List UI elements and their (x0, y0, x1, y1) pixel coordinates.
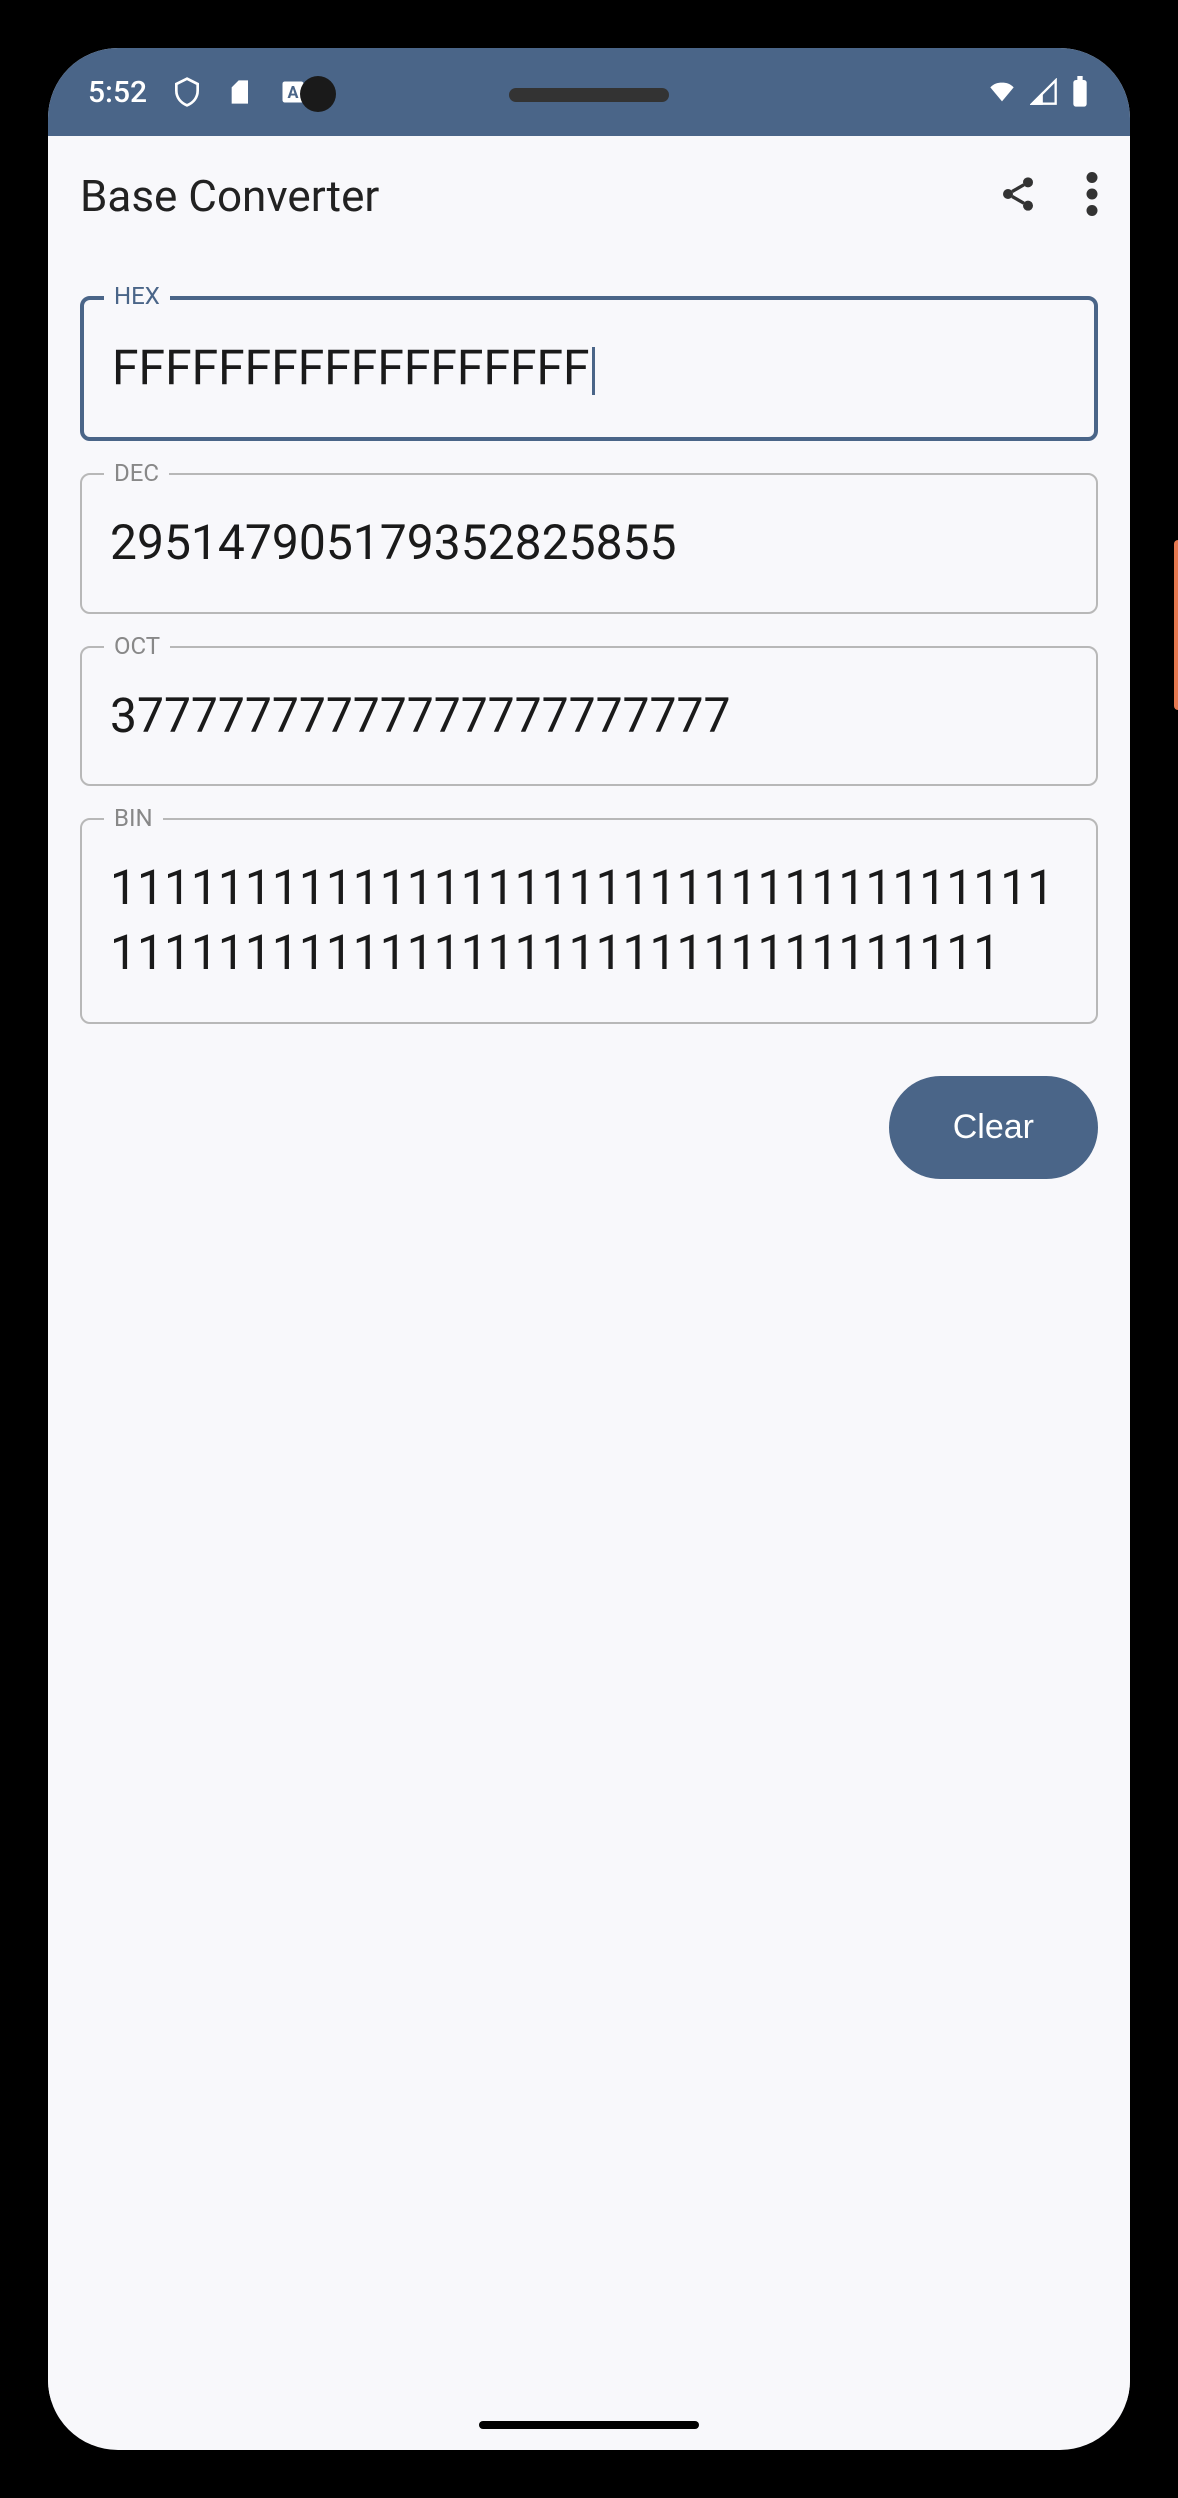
nav-pill[interactable] (479, 2421, 699, 2429)
content-area: HEX FFFFFFFFFFFFFFFFFF DEC 2951479051793… (48, 256, 1130, 2400)
share-button[interactable] (998, 174, 1038, 218)
screen: 5:52 A (48, 48, 1130, 2450)
app-actions (998, 172, 1098, 220)
power-button (1174, 540, 1178, 710)
dec-value: 295147905179352825855 (110, 514, 677, 571)
bin-input-group: BIN 111111111111111111111111111111111111… (80, 818, 1098, 1024)
text-cursor (592, 347, 595, 395)
dec-input[interactable]: 295147905179352825855 (80, 473, 1098, 614)
oct-value: 37777777777777777777777 (110, 687, 730, 744)
camera-cutout (300, 76, 336, 112)
phone-frame: 5:52 A (0, 0, 1178, 2498)
hex-label: HEX (104, 282, 170, 310)
speaker-grille (509, 88, 669, 102)
sd-card-icon (227, 76, 255, 108)
bin-value: 1111111111111111111111111111111111111111… (110, 859, 1054, 981)
oct-input[interactable]: 37777777777777777777777 (80, 646, 1098, 787)
menu-button[interactable] (1086, 172, 1098, 220)
clear-button[interactable]: Clear (889, 1076, 1098, 1179)
app-bar: Base Converter (48, 136, 1130, 256)
share-icon (998, 174, 1038, 218)
status-left: 5:52 A (88, 75, 307, 110)
more-vert-icon (1086, 172, 1098, 220)
status-right (986, 76, 1090, 108)
bin-input[interactable]: 1111111111111111111111111111111111111111… (80, 818, 1098, 1024)
shield-icon (171, 76, 203, 108)
bin-label: BIN (104, 804, 163, 832)
hex-input[interactable]: FFFFFFFFFFFFFFFFFF (80, 296, 1098, 441)
wifi-icon (986, 78, 1018, 106)
svg-text:A: A (288, 83, 299, 102)
hex-value: FFFFFFFFFFFFFFFFFF (112, 339, 590, 396)
app-title: Base Converter (80, 170, 379, 222)
oct-label: OCT (104, 632, 170, 660)
oct-input-group: OCT 37777777777777777777777 (80, 646, 1098, 787)
battery-icon (1070, 76, 1090, 108)
dec-label: DEC (104, 459, 169, 487)
navigation-bar (48, 2400, 1130, 2450)
hex-input-group: HEX FFFFFFFFFFFFFFFFFF (80, 296, 1098, 441)
signal-icon (1030, 78, 1058, 106)
status-time: 5:52 (88, 75, 147, 110)
dec-input-group: DEC 295147905179352825855 (80, 473, 1098, 614)
